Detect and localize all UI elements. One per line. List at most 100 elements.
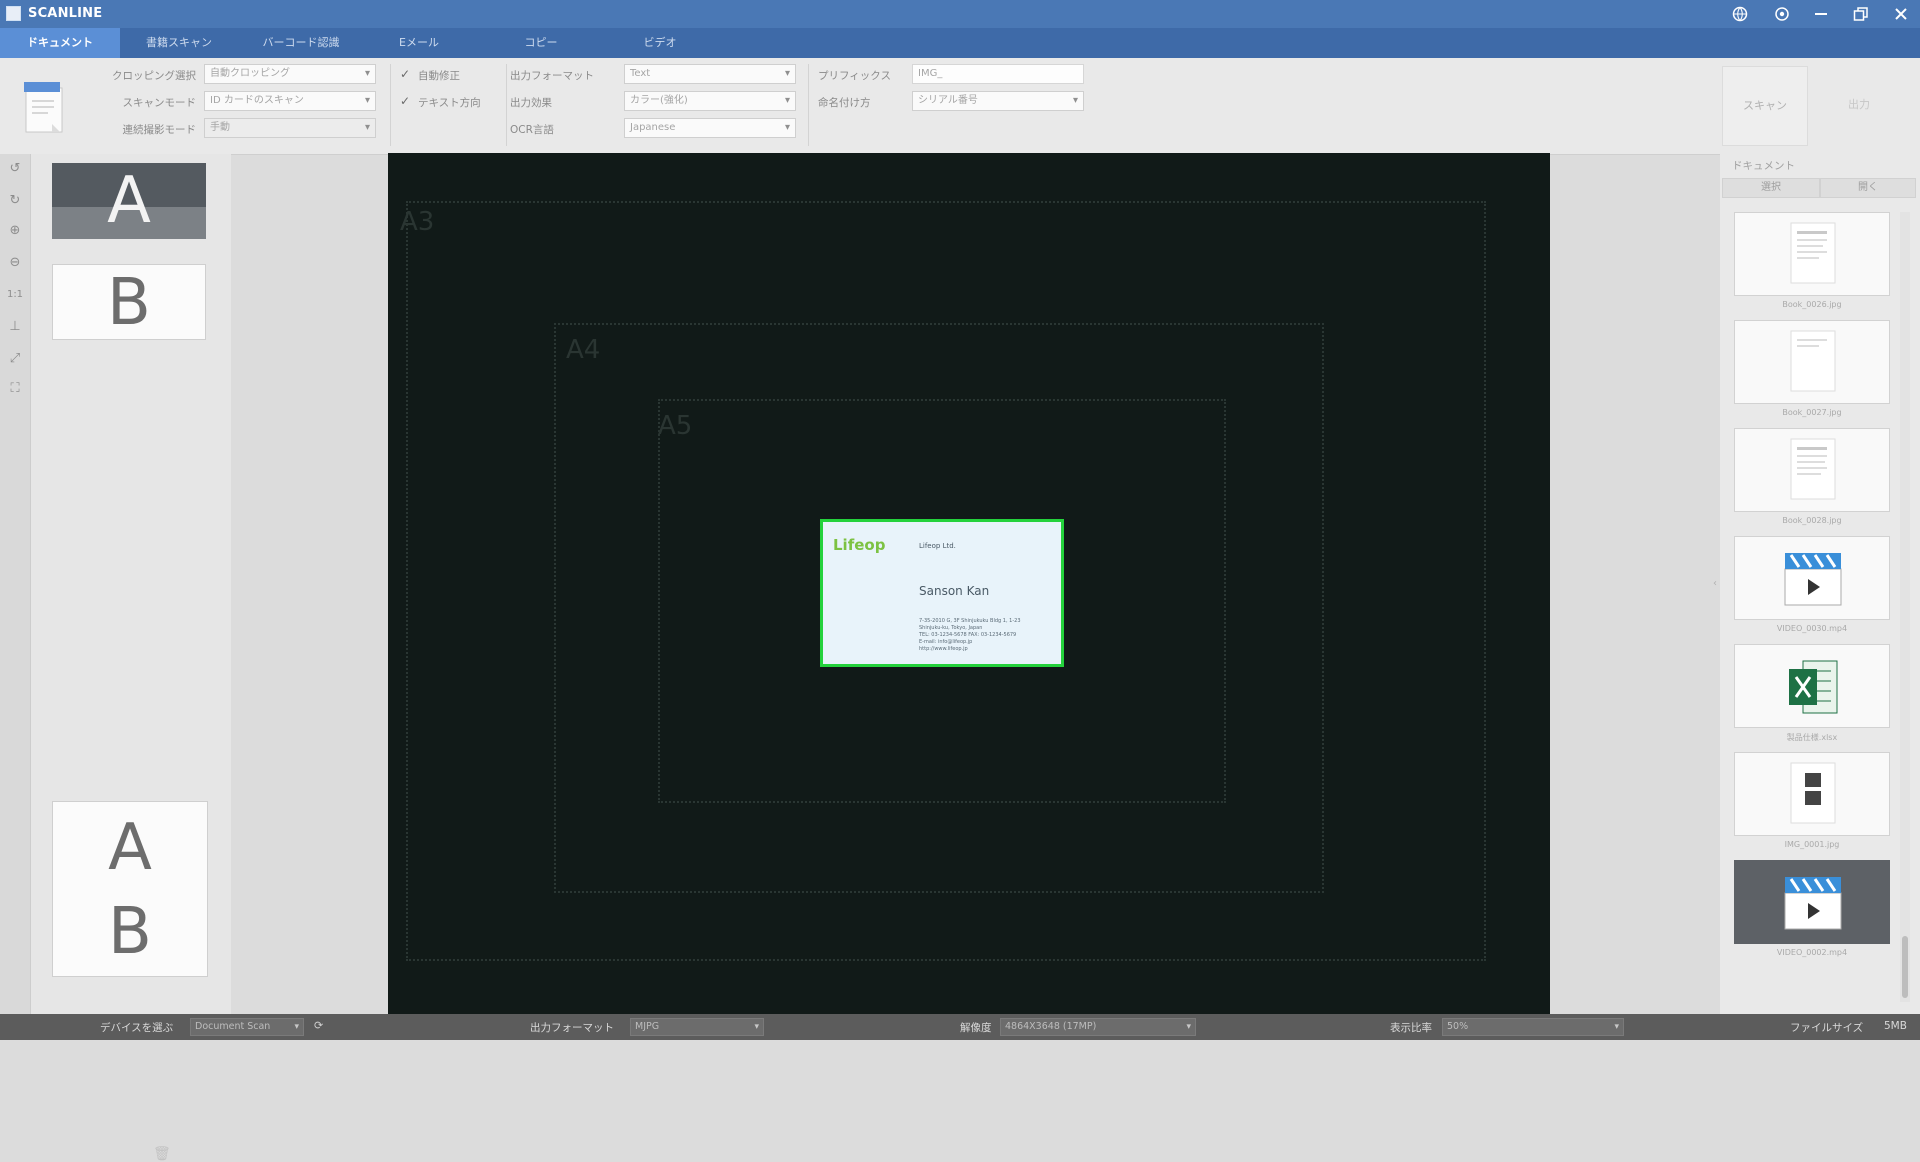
- tab-document[interactable]: ドキュメント: [0, 28, 120, 58]
- device-select[interactable]: Document Scan: [190, 1018, 304, 1036]
- ocr-language-label: OCR言語: [510, 124, 554, 136]
- full-screen-icon[interactable]: ⛶: [4, 378, 26, 400]
- continuous-mode-select[interactable]: 手動: [204, 118, 376, 138]
- card-logo: Lifeop: [833, 536, 886, 554]
- file-name: VIDEO_0030.mp4: [1776, 624, 1848, 633]
- prefix-input[interactable]: IMG_: [912, 64, 1084, 84]
- settings-ribbon: クロッピング選択 自動クロッピング スキャンモード ID カードのスキャン 連続…: [0, 58, 1920, 155]
- thumbnail-a-selected[interactable]: A: [52, 163, 206, 239]
- tab-copy[interactable]: コピー: [482, 28, 600, 58]
- panel-title: ドキュメント: [1732, 160, 1795, 172]
- resolution-label: 解像度: [960, 1022, 992, 1034]
- title-bar: SCANLINE: [0, 0, 1920, 28]
- rotate-right-icon[interactable]: ↻: [4, 190, 26, 212]
- app-logo-icon: [6, 6, 21, 21]
- file-size-label: ファイルサイズ: [1790, 1022, 1864, 1034]
- ocr-language-select[interactable]: Japanese: [624, 118, 796, 138]
- actual-size-icon[interactable]: 1:1: [4, 284, 26, 306]
- zoom-out-icon[interactable]: ⊖: [4, 252, 26, 274]
- select-button[interactable]: 選択: [1722, 178, 1820, 198]
- app-title: SCANLINE: [28, 6, 103, 21]
- auto-correct-checkbox[interactable]: ✓: [400, 68, 412, 80]
- naming-label: 命名付け方: [818, 97, 871, 109]
- auto-correct-label: 自動修正: [418, 70, 460, 82]
- scan-mode-label: スキャンモード: [122, 97, 197, 109]
- stamp-icon[interactable]: ⊥: [4, 316, 26, 338]
- naming-select[interactable]: シリアル番号: [912, 91, 1084, 111]
- document-mode-icon: [22, 78, 66, 136]
- tool-strip: ↺ ↻ ⊕ ⊖ 1:1 ⊥ ⤢ ⛶: [0, 154, 31, 1014]
- minimize-icon[interactable]: [1810, 4, 1832, 24]
- output-color-label: 出力効果: [510, 97, 552, 109]
- trash-icon[interactable]: 🗑: [153, 1146, 171, 1162]
- ribbon-divider: [390, 64, 391, 146]
- prefix-label: プリフィックス: [818, 70, 891, 82]
- excel-file-icon: [1789, 660, 1838, 714]
- refresh-icon[interactable]: ⟳: [314, 1019, 323, 1032]
- card-url-line: http://www.lifeop.jp: [919, 646, 968, 652]
- file-name: Book_0027.jpg: [1782, 408, 1842, 417]
- settings-icon[interactable]: [1771, 4, 1793, 24]
- tab-book-scan[interactable]: 書籍スキャン: [122, 28, 236, 58]
- cropping-label: クロッピング選択: [112, 70, 196, 82]
- scan-mode-select[interactable]: ID カードのスキャン: [204, 91, 376, 111]
- thumbnail-letter: B: [108, 895, 152, 969]
- left-thumbnail-panel: A B A B 🗑: [31, 154, 231, 1162]
- rotate-left-icon[interactable]: ↺: [4, 158, 26, 180]
- zoom-select[interactable]: 50%: [1442, 1018, 1624, 1036]
- file-thumbnail-doc[interactable]: [1734, 428, 1890, 512]
- tab-email[interactable]: Eメール: [362, 28, 476, 58]
- file-thumbnail-doc[interactable]: [1734, 212, 1890, 296]
- open-button[interactable]: 開く: [1820, 178, 1916, 198]
- zoom-in-icon[interactable]: ⊕: [4, 220, 26, 242]
- close-icon[interactable]: [1890, 4, 1912, 24]
- text-direction-checkbox[interactable]: ✓: [400, 95, 412, 107]
- file-thumbnail-video[interactable]: [1734, 536, 1890, 620]
- status-bar: デバイスを選ぶ Document Scan ⟳ 出力フォーマット MJPG 解像…: [0, 1014, 1920, 1040]
- collapse-handle-icon[interactable]: ‹: [1711, 564, 1719, 604]
- card-email-line: E-mail: info@lifeop.jp: [919, 639, 973, 645]
- card-company: Lifeop Ltd.: [919, 542, 956, 550]
- continuous-mode-label: 連続撮影モード: [122, 124, 197, 136]
- tab-video[interactable]: ビデオ: [602, 28, 718, 58]
- mode-tab-bar: ドキュメント 書籍スキャン バーコード認識 Eメール コピー ビデオ: [0, 28, 1920, 58]
- thumbnail-letter: B: [107, 266, 151, 340]
- ribbon-divider: [506, 64, 507, 146]
- file-thumbnail-doc[interactable]: [1734, 752, 1890, 836]
- globe-icon[interactable]: [1729, 4, 1751, 24]
- file-size-value: 5MB: [1884, 1020, 1907, 1032]
- scrollbar-thumb[interactable]: [1902, 936, 1908, 998]
- output-button[interactable]: 出力: [1812, 66, 1906, 146]
- status-output-format-select[interactable]: MJPG: [630, 1018, 764, 1036]
- camera-preview[interactable]: A3 A4 A5 Lifeop Lifeop Ltd. Sanson Kan 7…: [388, 153, 1550, 1015]
- video-file-icon: [1784, 877, 1842, 930]
- file-thumbnail-video-selected[interactable]: [1734, 860, 1890, 944]
- fit-window-icon[interactable]: ⤢: [4, 348, 26, 370]
- zoom-label: 表示比率: [1390, 1022, 1432, 1034]
- device-label: デバイスを選ぶ: [100, 1022, 174, 1034]
- ribbon-divider: [808, 64, 809, 146]
- thumbnail-ab[interactable]: A B: [52, 801, 208, 977]
- guide-label-a5: A5: [658, 411, 693, 441]
- file-thumbnail-doc[interactable]: [1734, 320, 1890, 404]
- cropping-select[interactable]: 自動クロッピング: [204, 64, 376, 84]
- file-browser-panel: ドキュメント 選択 開く Book_0026.jpg Book_0027.jpg…: [1720, 154, 1920, 1014]
- file-name: Book_0028.jpg: [1782, 516, 1842, 525]
- file-name: VIDEO_0002.mp4: [1776, 948, 1848, 957]
- text-direction-label: テキスト方向: [418, 97, 481, 109]
- output-format-select[interactable]: Text: [624, 64, 796, 84]
- file-thumbnail-excel[interactable]: [1734, 644, 1890, 728]
- tab-barcode[interactable]: バーコード認識: [240, 28, 362, 58]
- card-address-line: Shinjuku-ku, Tokyo, Japan: [919, 625, 983, 631]
- restore-icon[interactable]: [1850, 4, 1872, 24]
- thumbnail-letter: A: [107, 164, 151, 238]
- scan-button[interactable]: スキャン: [1722, 66, 1808, 146]
- output-format-label: 出力フォーマット: [510, 70, 594, 82]
- thumbnail-b[interactable]: B: [52, 264, 206, 340]
- status-output-format-label: 出力フォーマット: [530, 1022, 614, 1034]
- output-color-select[interactable]: カラー(強化): [624, 91, 796, 111]
- thumbnail-letter: A: [108, 811, 152, 885]
- file-list-scrollbar[interactable]: [1900, 212, 1910, 1002]
- resolution-select[interactable]: 4864X3648 (17MP): [1000, 1018, 1196, 1036]
- file-name: Book_0026.jpg: [1782, 300, 1842, 309]
